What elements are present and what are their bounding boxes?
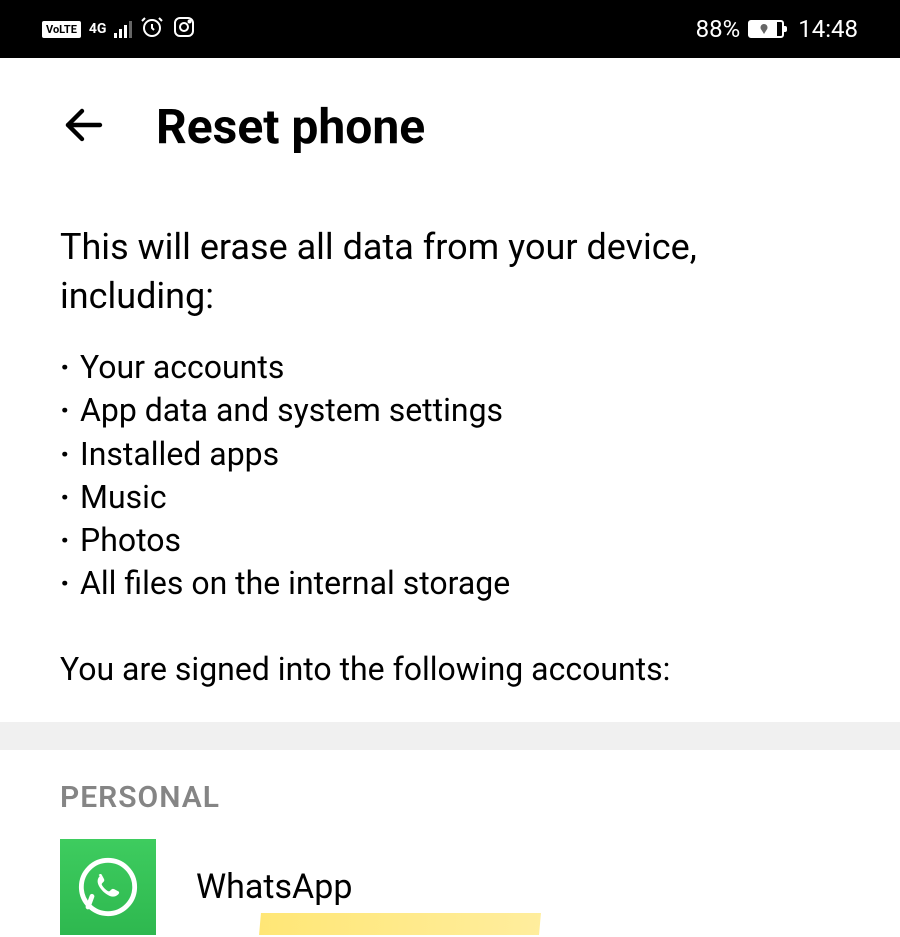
page-title: Reset phone <box>156 98 425 155</box>
instagram-icon <box>172 15 196 43</box>
section-label-personal: PERSONAL <box>60 750 840 839</box>
status-time: 14:48 <box>798 15 858 43</box>
erase-list: Your accounts App data and system settin… <box>60 346 840 605</box>
erase-list-item: Photos <box>60 519 840 562</box>
erase-list-item: Installed apps <box>60 433 840 476</box>
signal-bars-icon <box>114 20 132 38</box>
account-name: WhatsApp <box>196 867 352 907</box>
erase-list-item: App data and system settings <box>60 389 840 432</box>
main-content: This will erase all data from your devic… <box>0 185 900 935</box>
battery-percent: 88% <box>696 15 741 43</box>
page-header: Reset phone <box>0 58 900 185</box>
erase-list-item: Your accounts <box>60 346 840 389</box>
highlight-marker <box>259 913 541 935</box>
status-left: VoLTE 4G <box>42 15 196 43</box>
erase-list-item: Music <box>60 476 840 519</box>
battery-icon <box>748 20 784 38</box>
erase-heading: This will erase all data from your devic… <box>60 223 840 320</box>
erase-list-item: All files on the internal storage <box>60 562 840 605</box>
volte-badge: VoLTE <box>42 21 81 38</box>
back-button[interactable] <box>60 101 108 153</box>
section-divider <box>0 722 900 750</box>
alarm-icon <box>140 15 164 43</box>
network-4g-indicator: 4G <box>89 22 107 36</box>
accounts-heading: You are signed into the following accoun… <box>60 647 840 692</box>
account-container: WhatsApp <box>60 839 840 935</box>
status-bar: VoLTE 4G 88% <box>0 0 900 58</box>
whatsapp-icon <box>60 839 156 935</box>
status-right: 88% 14:48 <box>696 15 858 43</box>
